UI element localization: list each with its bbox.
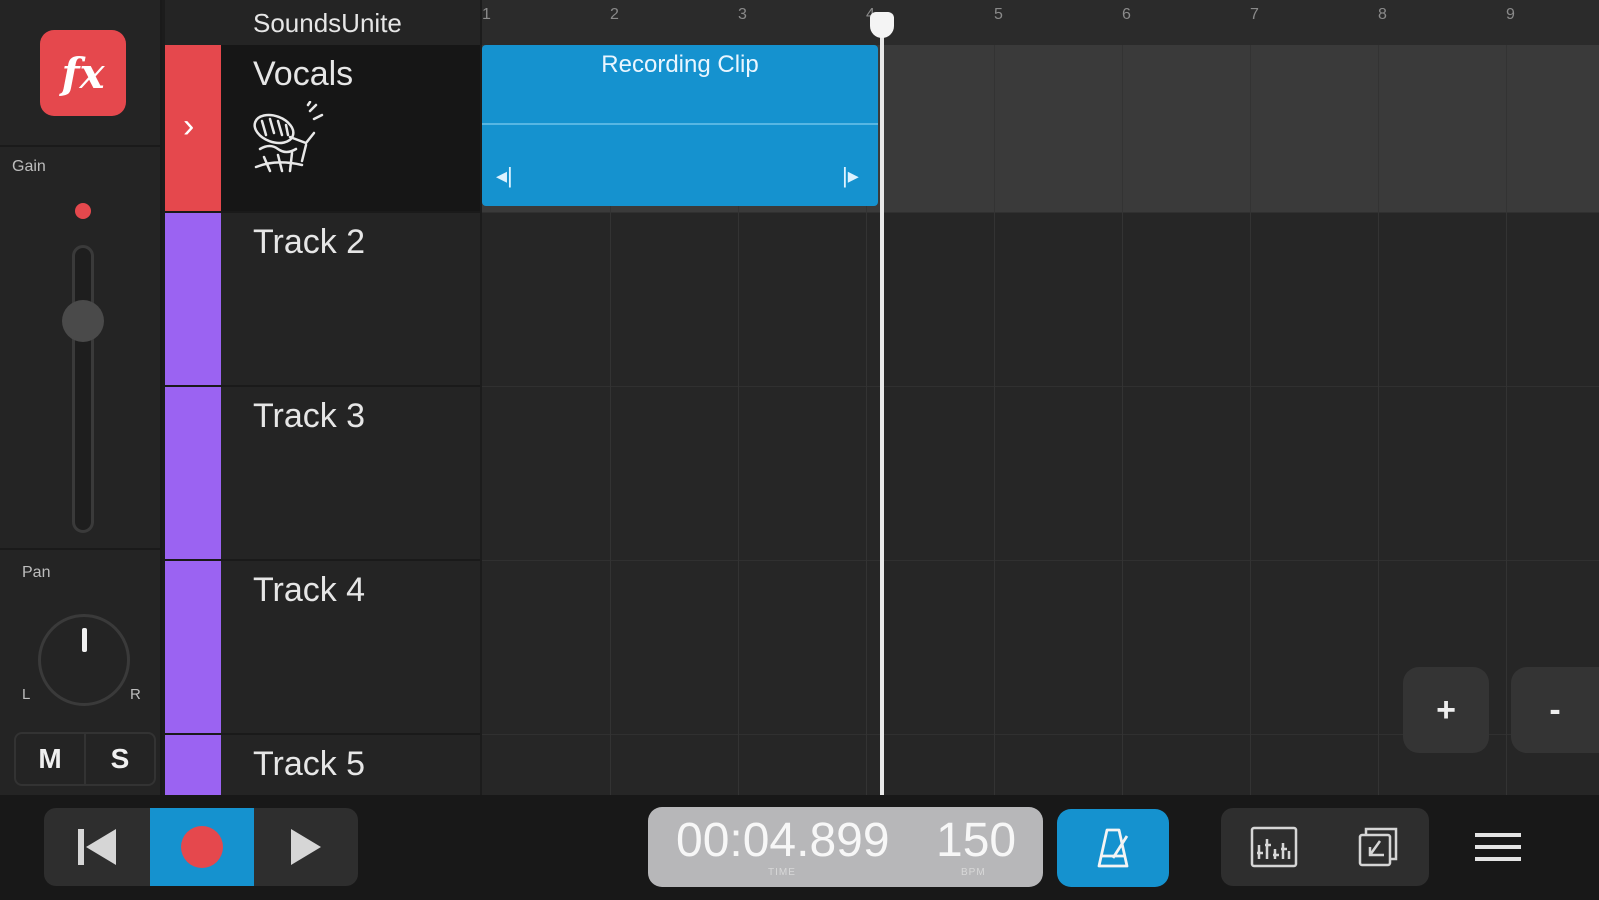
timeline-area[interactable]: 1 2 3 4 5 6 7 8 9 Recording Clip ◂| |▸ +… bbox=[482, 0, 1599, 795]
playhead[interactable] bbox=[880, 18, 884, 795]
mute-button[interactable]: M bbox=[16, 734, 84, 784]
mixer-view-icon bbox=[1250, 826, 1298, 868]
solo-button[interactable]: S bbox=[84, 734, 154, 784]
bar-gridline bbox=[1378, 45, 1379, 795]
track-header-track-2[interactable]: Track 2 bbox=[165, 213, 480, 387]
track-name: Track 2 bbox=[253, 223, 366, 261]
bpm-caption: BPM bbox=[961, 867, 986, 878]
track-header-track-5[interactable]: Track 5 bbox=[165, 735, 480, 795]
track-header-track-3[interactable]: Track 3 bbox=[165, 387, 480, 561]
track-name: Track 3 bbox=[253, 397, 366, 435]
bpm-readout[interactable]: 150 bbox=[936, 813, 1016, 868]
track-name: Track 5 bbox=[253, 745, 366, 783]
project-title: SoundsUnite bbox=[253, 8, 402, 38]
fx-button[interactable]: fx bbox=[40, 30, 126, 116]
transport-controls bbox=[44, 808, 358, 886]
track-name: Track 4 bbox=[253, 571, 366, 609]
track-color-strip[interactable] bbox=[165, 561, 221, 733]
channel-mixer-panel: fx Gain Pan L R M S bbox=[0, 0, 162, 795]
bar-number: 6 bbox=[1122, 6, 1131, 23]
time-bpm-display[interactable]: 00:04.899 TIME 150 BPM bbox=[648, 807, 1043, 887]
mute-solo-group: M S bbox=[14, 732, 156, 786]
pan-knob-indicator bbox=[82, 628, 87, 652]
time-readout: 00:04.899 bbox=[676, 814, 890, 867]
edit-view-button[interactable] bbox=[1349, 820, 1407, 874]
pan-left-label: L bbox=[22, 686, 31, 703]
track-name: Vocals bbox=[253, 55, 354, 93]
divider bbox=[0, 145, 162, 147]
track-color-strip[interactable] bbox=[165, 213, 221, 385]
chevron-right-icon[interactable]: › bbox=[183, 107, 194, 146]
metronome-icon bbox=[1097, 828, 1129, 868]
pan-right-label: R bbox=[130, 686, 141, 703]
bar-number: 9 bbox=[1506, 6, 1515, 23]
gain-clip-indicator bbox=[75, 203, 91, 219]
edit-view-icon bbox=[1358, 827, 1398, 867]
track-color-strip[interactable] bbox=[165, 735, 221, 795]
clip-title: Recording Clip bbox=[601, 51, 759, 78]
bar-gridline bbox=[1506, 45, 1507, 795]
menu-icon bbox=[1475, 833, 1521, 861]
recording-clip[interactable]: Recording Clip ◂| |▸ bbox=[482, 45, 878, 206]
gain-slider[interactable] bbox=[72, 245, 94, 533]
record-icon bbox=[181, 826, 223, 868]
clip-trim-right-handle[interactable]: |▸ bbox=[842, 163, 859, 189]
gain-label: Gain bbox=[12, 158, 46, 175]
zoom-out-button[interactable]: - bbox=[1511, 667, 1599, 753]
play-icon bbox=[291, 829, 321, 865]
bar-number: 8 bbox=[1378, 6, 1387, 23]
mixer-view-button[interactable] bbox=[1245, 820, 1303, 874]
skip-back-icon bbox=[78, 829, 116, 865]
fx-icon: fx bbox=[61, 48, 105, 98]
track-header-track-4[interactable]: Track 4 bbox=[165, 561, 480, 735]
bar-number: 1 bbox=[482, 6, 491, 23]
divider bbox=[0, 548, 162, 550]
play-button[interactable] bbox=[254, 808, 358, 886]
time-caption: TIME bbox=[768, 867, 796, 878]
record-button[interactable] bbox=[150, 808, 254, 886]
zoom-in-button[interactable]: + bbox=[1403, 667, 1489, 753]
track-header-vocals[interactable]: › Vocals bbox=[165, 45, 480, 213]
bar-number: 3 bbox=[738, 6, 747, 23]
metronome-button[interactable] bbox=[1057, 809, 1169, 887]
transport-bar: 00:04.899 TIME 150 BPM bbox=[0, 795, 1599, 900]
pan-label: Pan bbox=[22, 564, 51, 581]
clip-trim-left-handle[interactable]: ◂| bbox=[496, 163, 513, 189]
menu-button[interactable] bbox=[1473, 820, 1523, 874]
bar-number: 2 bbox=[610, 6, 619, 23]
track-headers: SoundsUnite › Vocals Track 2 Track 3 Tra… bbox=[165, 0, 480, 795]
bar-gridline bbox=[1250, 45, 1251, 795]
skip-back-button[interactable] bbox=[44, 808, 150, 886]
track-color-strip[interactable] bbox=[165, 387, 221, 559]
bar-number: 5 bbox=[994, 6, 1003, 23]
track-lane-track-2[interactable] bbox=[482, 213, 1599, 387]
timeline-ruler[interactable]: 1 2 3 4 5 6 7 8 9 bbox=[482, 0, 1599, 45]
view-switcher bbox=[1221, 808, 1429, 886]
clip-divider bbox=[482, 123, 878, 125]
gain-slider-thumb[interactable] bbox=[62, 300, 104, 342]
playhead-handle[interactable] bbox=[870, 12, 894, 38]
microphone-icon bbox=[253, 101, 324, 173]
bar-gridline bbox=[1122, 45, 1123, 795]
bar-gridline bbox=[994, 45, 995, 795]
track-lane-track-3[interactable] bbox=[482, 387, 1599, 561]
bar-number: 7 bbox=[1250, 6, 1259, 23]
